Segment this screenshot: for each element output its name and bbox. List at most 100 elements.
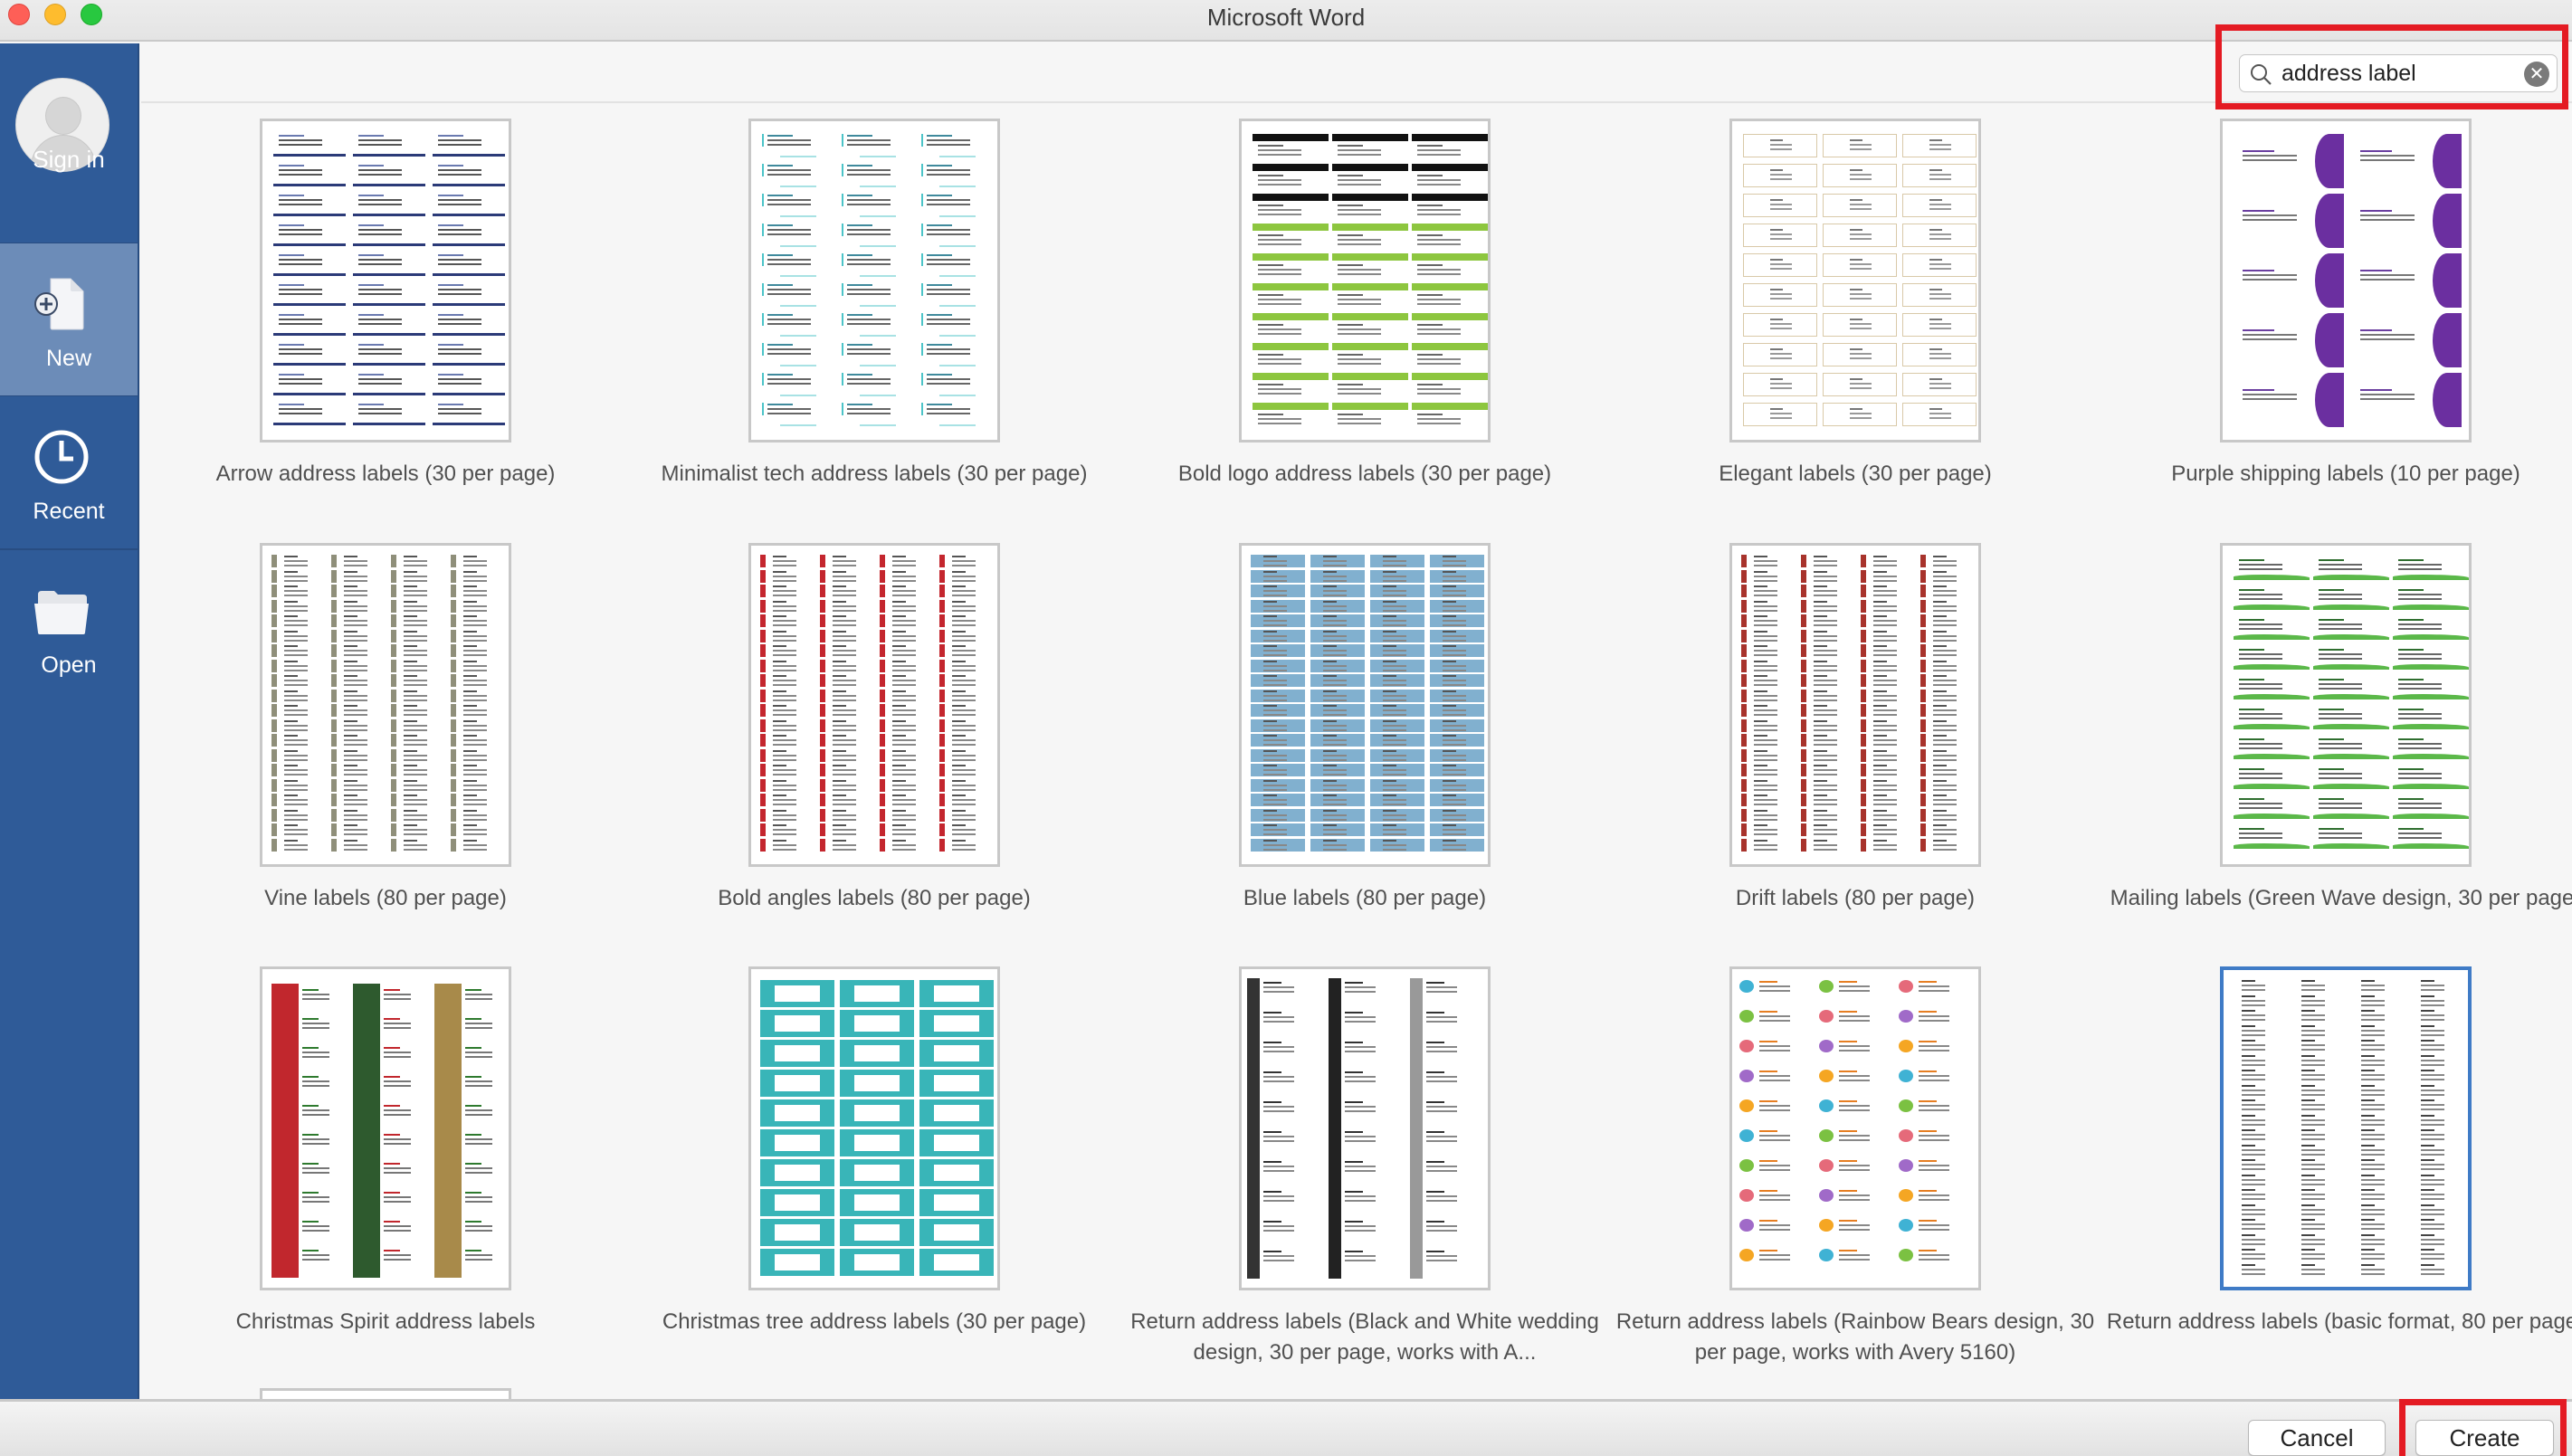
thumbnail-decoration <box>2234 694 2310 699</box>
thumbnail-decoration <box>2243 329 2274 331</box>
thumbnail-decoration <box>892 833 917 835</box>
thumbnail-decoration <box>880 838 885 852</box>
thumbnail-decoration <box>1383 774 1407 776</box>
thumbnail-decoration <box>952 669 976 671</box>
template-thumbnail[interactable] <box>2220 966 2472 1290</box>
thumbnail-decoration <box>1899 1070 1913 1082</box>
template-thumbnail[interactable] <box>260 543 511 867</box>
thumbnail-decoration <box>358 344 384 346</box>
thumbnail-decoration <box>952 565 976 566</box>
thumbnail-decoration <box>2361 1029 2386 1032</box>
thumbnail-decoration <box>384 1134 400 1136</box>
thumbnail-decoration <box>1383 684 1407 686</box>
thumbnail-decoration <box>2313 724 2389 729</box>
thumbnail-decoration <box>465 994 492 995</box>
thumbnail-decoration <box>404 839 418 842</box>
thumbnail-decoration <box>1850 348 1862 350</box>
thumbnail-decoration <box>775 985 820 1002</box>
template-thumbnail[interactable] <box>260 119 511 443</box>
thumbnail-decoration <box>2319 828 2344 830</box>
thumbnail-decoration <box>1258 354 1283 356</box>
thumbnail-decoration <box>1443 654 1467 656</box>
thumbnail-decoration <box>952 680 976 681</box>
thumbnail-decoration <box>1323 624 1348 626</box>
thumbnail-decoration <box>302 1221 319 1223</box>
thumbnail-decoration <box>2398 738 2424 740</box>
thumbnail-decoration <box>2242 1059 2266 1061</box>
thumbnail-decoration <box>1770 408 1783 410</box>
sidebar-item-open[interactable]: Open <box>0 550 138 704</box>
thumbnail-decoration <box>2319 649 2344 651</box>
thumbnail-decoration <box>1263 1076 1294 1078</box>
sidebar-item-signin[interactable]: Sign in <box>0 43 138 243</box>
thumbnail-decoration <box>1743 253 1817 277</box>
thumbnail-decoration <box>1345 1131 1363 1133</box>
thumbnail-decoration <box>1383 624 1407 626</box>
thumbnail-decoration <box>463 620 488 622</box>
thumbnail-decoration <box>2421 1204 2435 1206</box>
thumbnail-decoration <box>773 630 787 633</box>
thumbnail-decoration <box>438 254 463 256</box>
thumbnail-decoration <box>1383 675 1397 677</box>
template-thumbnail[interactable] <box>748 543 1000 867</box>
thumbnail-decoration <box>773 690 787 692</box>
thumbnail-decoration <box>1263 1200 1294 1202</box>
template-thumbnail[interactable] <box>1239 966 1491 1290</box>
gallery-toolbar <box>141 43 2572 103</box>
template-thumbnail[interactable] <box>1729 119 1981 443</box>
template-thumbnail[interactable] <box>1239 119 1491 443</box>
template-thumbnail[interactable] <box>748 966 1000 1290</box>
thumbnail-decoration <box>1919 1135 1949 1137</box>
thumbnail-decoration <box>1929 144 1951 146</box>
thumbnail-decoration <box>284 615 299 617</box>
thumbnail-decoration <box>1754 744 1778 746</box>
thumbnail-decoration <box>1263 609 1288 612</box>
thumbnail-decoration <box>358 229 402 231</box>
sidebar-item-new[interactable]: New <box>0 243 138 396</box>
thumbnail-decoration <box>847 289 891 290</box>
search-field[interactable]: ✕ <box>2239 54 2558 92</box>
template-thumbnail[interactable] <box>260 966 511 1290</box>
template-thumbnail[interactable] <box>1729 543 1981 867</box>
thumbnail-decoration <box>762 403 764 415</box>
sidebar-item-recent[interactable]: Recent <box>0 396 138 550</box>
thumbnail-decoration <box>284 728 309 731</box>
thumbnail-decoration <box>1443 585 1457 587</box>
thumbnail-decoration <box>1754 839 1768 842</box>
template-thumbnail[interactable] <box>1239 543 1491 867</box>
thumbnail-decoration <box>1754 735 1768 737</box>
thumbnail-decoration <box>1873 590 1898 592</box>
thumbnail-decoration <box>271 748 277 762</box>
thumbnail-decoration <box>1754 784 1778 786</box>
thumbnail-decoration <box>284 818 309 821</box>
thumbnail-decoration <box>1263 1080 1294 1082</box>
thumbnail-decoration <box>952 799 976 801</box>
thumbnail-decoration <box>1263 833 1288 835</box>
thumbnail-decoration <box>1873 620 1898 622</box>
template-thumbnail[interactable] <box>2220 543 2472 867</box>
clear-icon[interactable]: ✕ <box>2524 62 2549 87</box>
thumbnail-decoration <box>1759 1020 1790 1022</box>
thumbnail-decoration <box>2239 688 2282 690</box>
thumbnail-decoration <box>952 600 967 603</box>
thumbnail-decoration <box>2301 1129 2316 1131</box>
thumbnail-decoration <box>1929 148 1951 150</box>
search-input[interactable] <box>2281 57 2508 90</box>
thumbnail-decoration <box>1417 145 1443 147</box>
template-thumbnail[interactable] <box>1729 966 1981 1290</box>
thumbnail-decoration <box>1801 794 1806 806</box>
cancel-button[interactable]: Cancel <box>2248 1420 2386 1456</box>
thumbnail-decoration <box>284 650 309 652</box>
thumbnail-decoration <box>1739 1159 1754 1172</box>
thumbnail-decoration <box>1338 209 1381 211</box>
thumbnail-decoration <box>880 808 885 822</box>
thumbnail-decoration <box>1426 1170 1457 1172</box>
thumbnail-decoration <box>921 403 923 415</box>
thumbnail-decoration <box>760 555 766 567</box>
thumbnail-decoration <box>331 599 337 613</box>
template-thumbnail[interactable] <box>2220 119 2472 443</box>
template-thumbnail[interactable] <box>748 119 1000 443</box>
thumbnail-decoration <box>1873 788 1898 791</box>
thumbnail-decoration <box>1263 1042 1281 1043</box>
thumbnail-decoration <box>775 1135 820 1151</box>
